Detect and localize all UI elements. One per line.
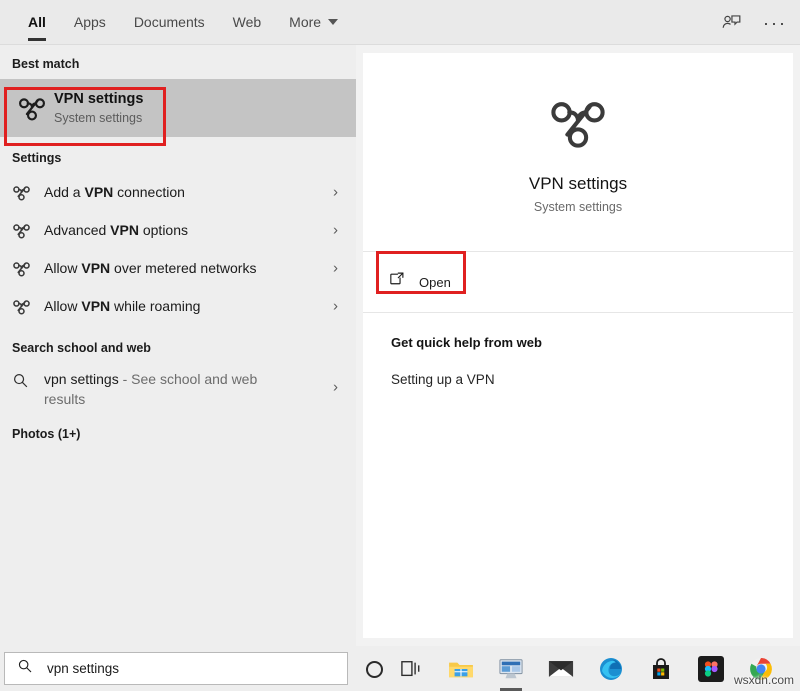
chevron-right-icon: › xyxy=(333,183,338,201)
tab-more-label: More xyxy=(289,14,322,30)
chevron-down-icon xyxy=(328,19,339,25)
settings-item-allow-vpn-roaming[interactable]: Allow VPN while roaming › xyxy=(0,287,356,325)
tab-all-label: All xyxy=(28,14,46,30)
preview-title: VPN settings xyxy=(528,173,628,193)
vpn-small-icon xyxy=(12,259,44,278)
preview-subtitle: System settings xyxy=(533,199,623,214)
preview-card: VPN settings System settings Open Get qu… xyxy=(363,53,793,638)
tab-list: All Apps Documents Web More xyxy=(14,0,352,45)
settings-item-advanced-vpn-options[interactable]: Advanced VPN options › xyxy=(0,211,356,249)
label-prefix: Allow xyxy=(44,260,82,276)
label-bold: VPN xyxy=(110,222,139,238)
search-tab-bar: All Apps Documents Web More ··· xyxy=(0,0,800,45)
search-icon xyxy=(17,658,33,679)
web-search-query: vpn settings xyxy=(44,371,119,387)
mail-icon[interactable] xyxy=(546,654,576,684)
vpn-small-icon xyxy=(12,221,44,240)
settings-heading: Settings xyxy=(12,151,62,165)
label-bold: VPN xyxy=(84,184,114,200)
settings-item-label: Advanced VPN options xyxy=(44,222,188,238)
settings-item-label: Allow VPN while roaming xyxy=(44,298,200,314)
best-match-heading: Best match xyxy=(12,57,80,71)
quick-help-link[interactable]: Setting up a VPN xyxy=(391,372,793,387)
label-suffix: options xyxy=(138,222,189,238)
remote-desktop-icon[interactable] xyxy=(496,654,526,691)
vpn-small-icon xyxy=(12,297,44,316)
tab-web[interactable]: Web xyxy=(219,0,276,45)
best-match-title: VPN settings xyxy=(54,90,144,107)
chevron-right-icon: › xyxy=(333,221,338,239)
chevron-right-icon: › xyxy=(333,378,338,396)
file-explorer-icon[interactable] xyxy=(446,654,476,684)
more-options-label: ··· xyxy=(763,12,787,33)
open-button-label: Open xyxy=(419,274,451,290)
quick-help-heading: Get quick help from web xyxy=(391,335,542,350)
taskbar-app-list xyxy=(396,646,776,691)
label-suffix: while roaming xyxy=(110,298,201,314)
tab-all[interactable]: All xyxy=(14,0,60,45)
label-prefix: Allow xyxy=(44,298,82,314)
search-results-pane: Best match VPN settings System settings … xyxy=(0,45,356,646)
web-search-heading: Search school and web xyxy=(12,341,151,355)
cortana-ring-icon[interactable] xyxy=(359,654,389,684)
external-link-icon xyxy=(388,271,405,293)
label-bold: VPN xyxy=(81,260,111,276)
figma-icon[interactable] xyxy=(696,654,726,684)
person-chat-icon[interactable] xyxy=(716,8,746,38)
search-input-value: vpn settings xyxy=(47,661,120,676)
tab-apps-label: Apps xyxy=(73,14,106,30)
settings-item-label: Add a VPN connection xyxy=(44,184,185,200)
best-match-result[interactable]: VPN settings System settings xyxy=(0,79,356,137)
best-match-text: VPN settings System settings xyxy=(54,90,143,127)
preview-hero: VPN settings System settings xyxy=(363,53,793,251)
tab-documents-label: Documents xyxy=(133,14,205,30)
open-row: Open xyxy=(363,252,793,312)
more-options-button[interactable]: ··· xyxy=(760,8,790,38)
tab-documents[interactable]: Documents xyxy=(120,0,219,45)
label-bold: VPN xyxy=(81,298,111,314)
best-match-subtitle: System settings xyxy=(54,110,143,125)
vpn-small-icon xyxy=(12,183,44,202)
search-flyout-window: All Apps Documents Web More ··· Best mat… xyxy=(0,0,800,691)
search-icon xyxy=(12,369,44,394)
label-prefix: Advanced xyxy=(44,222,111,238)
label-suffix: over metered networks xyxy=(110,260,257,276)
settings-item-add-vpn-connection[interactable]: Add a VPN connection › xyxy=(0,173,356,211)
watermark: wsxdn.com xyxy=(733,673,794,687)
preview-pane: VPN settings System settings Open Get qu… xyxy=(356,45,800,646)
edge-icon[interactable] xyxy=(596,654,626,684)
vpn-icon xyxy=(12,93,52,123)
web-search-text: vpn settings - See school and web result… xyxy=(44,369,294,409)
photos-heading: Photos (1+) xyxy=(12,427,81,441)
search-input[interactable]: vpn settings xyxy=(4,652,348,685)
microsoft-store-icon[interactable] xyxy=(646,654,676,684)
settings-item-allow-vpn-metered[interactable]: Allow VPN over metered networks › xyxy=(0,249,356,287)
taskbar: vpn settings wsxdn.com xyxy=(0,646,800,691)
tab-apps[interactable]: Apps xyxy=(60,0,120,45)
chevron-right-icon: › xyxy=(333,297,338,315)
task-view-icon[interactable] xyxy=(396,654,426,684)
label-prefix: Add a xyxy=(44,184,85,200)
tab-web-label: Web xyxy=(232,14,262,30)
open-button[interactable]: Open xyxy=(388,271,451,293)
topbar-actions: ··· xyxy=(716,0,790,45)
web-search-result[interactable]: vpn settings - See school and web result… xyxy=(0,363,356,413)
tab-more[interactable]: More xyxy=(275,0,352,45)
vpn-icon xyxy=(547,91,609,158)
quick-help-block: Get quick help from web Setting up a VPN xyxy=(363,313,793,387)
label-suffix: connection xyxy=(113,184,185,200)
settings-item-label: Allow VPN over metered networks xyxy=(44,260,256,276)
chevron-right-icon: › xyxy=(333,259,338,277)
